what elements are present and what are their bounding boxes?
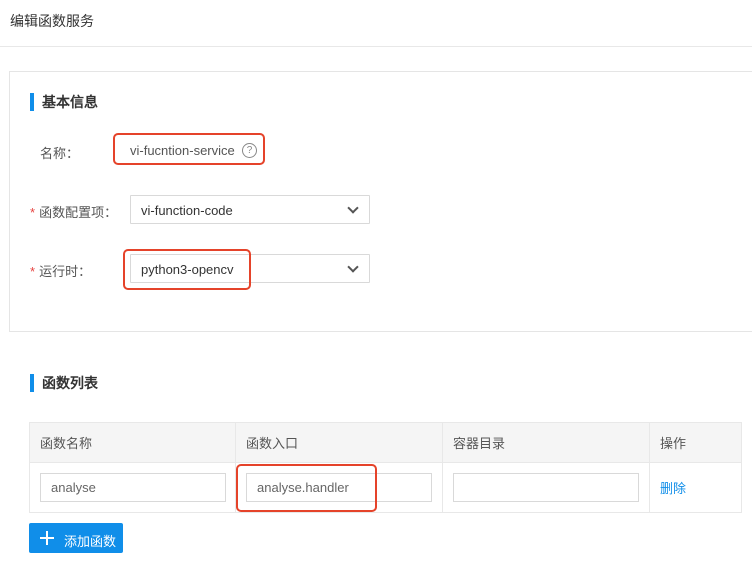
function-name-cell: analyse [29, 462, 236, 513]
function-config-label: * 函数配置项： [30, 202, 117, 221]
action-cell: 删除 [649, 462, 742, 513]
runtime-label: * 运行时： [30, 261, 91, 280]
basic-info-panel [9, 71, 752, 332]
add-function-button[interactable]: 添加函数 [29, 523, 123, 553]
page-title: 编辑函数服务 [10, 13, 94, 29]
function-config-select[interactable]: vi-function-code [130, 195, 370, 224]
plus-icon [40, 531, 54, 545]
runtime-label-text: 运行时： [39, 264, 92, 279]
column-header: 操作 [649, 422, 742, 463]
table-row: analyse analyse.handler 删除 [29, 462, 742, 513]
required-mark: * [30, 205, 36, 220]
delete-link[interactable]: 删除 [660, 481, 686, 496]
container-dir-cell [442, 462, 650, 513]
function-config-label-text: 函数配置项： [39, 205, 118, 220]
container-dir-input[interactable] [453, 473, 639, 502]
function-name-input[interactable]: analyse [40, 473, 226, 502]
entry-highlight-box [236, 464, 377, 512]
runtime-highlight-box [123, 249, 251, 290]
function-table: 函数名称 函数入口 容器目录 操作 analyse analyse.handle… [29, 422, 742, 513]
add-function-label: 添加函数 [64, 534, 117, 549]
basic-info-title: 基本信息 [30, 93, 98, 111]
page-header: 编辑函数服务 [0, 0, 752, 47]
function-config-value: vi-function-code [141, 203, 233, 218]
chevron-down-icon [347, 261, 359, 273]
column-header: 函数名称 [29, 422, 236, 463]
function-list-title: 函数列表 [30, 374, 98, 392]
required-mark: * [30, 264, 36, 279]
column-header: 函数入口 [235, 422, 443, 463]
column-header: 容器目录 [442, 422, 650, 463]
name-highlight-box [113, 133, 265, 165]
table-header-row: 函数名称 函数入口 容器目录 操作 [29, 422, 742, 463]
chevron-down-icon [347, 202, 359, 214]
name-label: 名称： [40, 146, 80, 161]
